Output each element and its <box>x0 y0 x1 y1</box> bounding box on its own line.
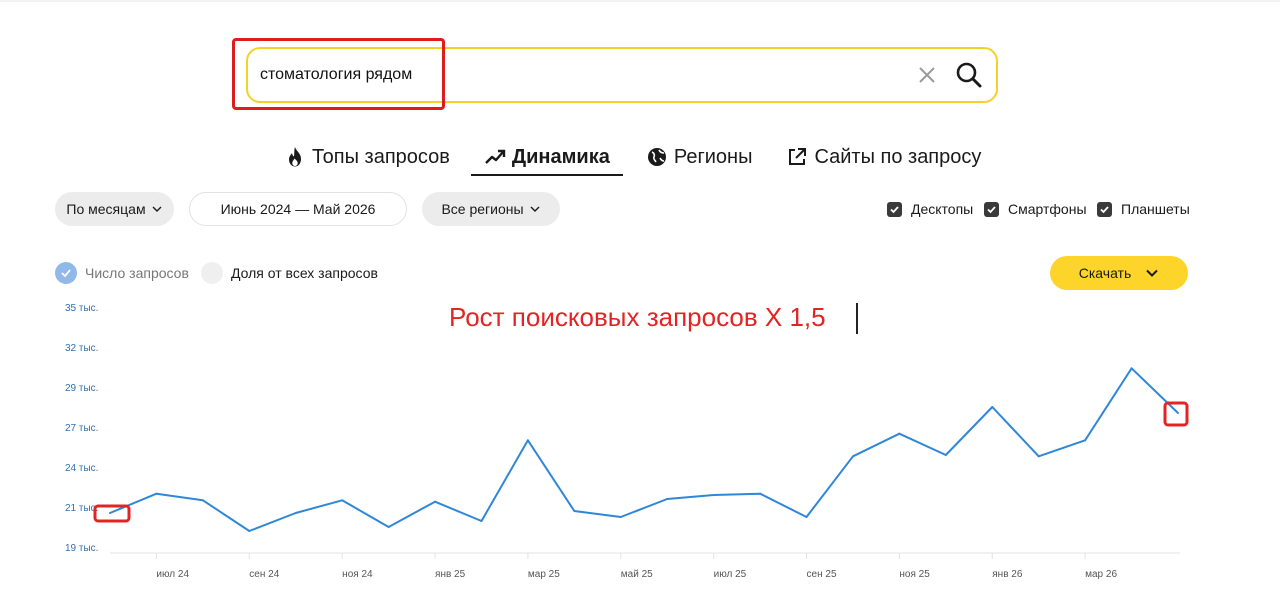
download-label: Скачать <box>1078 265 1132 281</box>
checkbox-checked-icon <box>887 201 902 217</box>
radio-empty-icon <box>201 262 223 284</box>
date-range-label: Июнь 2024 — Май 2026 <box>220 201 376 217</box>
data-point <box>759 492 762 495</box>
y-tick-label: 35 тыс. <box>65 303 98 314</box>
tab-label: Сайты по запросу <box>814 145 982 168</box>
growth-annotation: Рост поисковых запросов Х 1,5 <box>449 302 826 332</box>
metric-label: Число запросов <box>85 265 189 281</box>
chevron-down-icon <box>530 206 540 212</box>
x-tick-label: сен 24 <box>249 569 279 580</box>
device-label: Смартфоны <box>1008 201 1087 217</box>
data-point <box>712 494 715 496</box>
tab-label: Топы запросов <box>312 145 450 168</box>
chevron-down-icon <box>1146 269 1158 277</box>
y-tick-label: 24 тыс. <box>65 463 98 474</box>
device-label: Планшеты <box>1121 201 1190 217</box>
x-tick-label: ноя 24 <box>342 569 373 580</box>
data-point <box>805 516 808 518</box>
period-select[interactable]: По месяцам <box>55 192 174 226</box>
data-point <box>666 498 669 500</box>
data-point <box>341 499 344 502</box>
x-tick-label: ноя 25 <box>899 569 930 580</box>
tab-sites[interactable]: Сайты по запросу <box>786 142 981 172</box>
x-tick-label: июл 25 <box>714 569 747 580</box>
device-desktop-checkbox[interactable]: Десктопы <box>887 201 973 217</box>
x-tick-label: июл 24 <box>156 569 189 580</box>
data-point <box>294 512 297 514</box>
data-point <box>109 512 111 514</box>
download-button[interactable]: Скачать <box>1050 256 1188 290</box>
data-point <box>991 406 994 408</box>
x-tick-label: янв 25 <box>435 569 466 580</box>
y-tick-label: 29 тыс. <box>65 383 98 394</box>
data-point <box>898 432 901 435</box>
y-tick-label: 21 тыс. <box>65 503 98 514</box>
data-point <box>1130 367 1133 370</box>
chevron-down-icon <box>152 206 162 212</box>
device-tablet-checkbox[interactable]: Планшеты <box>1097 201 1190 217</box>
checkbox-checked-icon <box>1097 201 1112 217</box>
fire-icon <box>289 147 301 167</box>
text-caret <box>856 303 858 334</box>
x-tick-label: янв 26 <box>992 569 1023 580</box>
data-point <box>851 455 854 458</box>
date-range-picker[interactable]: Июнь 2024 — Май 2026 <box>189 192 407 226</box>
region-select[interactable]: Все регионы <box>422 192 560 226</box>
device-label: Десктопы <box>911 201 974 217</box>
trend-icon <box>485 149 506 164</box>
check-circle-icon <box>55 262 77 284</box>
y-tick-label: 19 тыс. <box>65 543 98 554</box>
data-point <box>155 492 158 495</box>
data-point <box>1177 412 1179 414</box>
y-tick-label: 27 тыс. <box>65 423 98 434</box>
external-link-icon <box>789 148 807 165</box>
period-select-label: По месяцам <box>66 201 146 217</box>
tab-bar: Топы запросов Динамика Регионы Сайты по … <box>284 142 981 176</box>
data-point <box>1084 439 1087 442</box>
top-divider <box>0 0 1280 2</box>
checkbox-checked-icon <box>984 201 999 217</box>
globe-icon <box>647 148 666 166</box>
search-input[interactable]: стоматология рядом <box>260 66 412 84</box>
tab-top-queries[interactable]: Топы запросов <box>284 142 450 172</box>
data-point <box>434 500 437 503</box>
device-smartphone-checkbox[interactable]: Смартфоны <box>984 201 1087 217</box>
data-point <box>248 530 251 532</box>
dynamics-chart: 19 тыс. 21 тыс. 24 тыс. 27 тыс. 29 тыс. 32 ты… <box>65 303 1189 580</box>
x-tick-label: сен 25 <box>807 569 837 580</box>
y-tick-label: 32 тыс. <box>65 343 98 354</box>
search-icon[interactable] <box>954 60 984 90</box>
data-point <box>1037 455 1040 458</box>
data-point <box>573 510 576 512</box>
data-point <box>526 439 529 442</box>
x-tick-label: май 25 <box>621 569 653 580</box>
x-tick-label: мар 25 <box>528 569 560 580</box>
metric-label: Доля от всех запросов <box>231 265 378 281</box>
metric-share[interactable]: Доля от всех запросов <box>201 262 378 284</box>
tab-regions[interactable]: Регионы <box>646 142 753 172</box>
tab-label: Динамика <box>511 145 610 168</box>
data-point <box>201 499 204 502</box>
tab-label: Регионы <box>673 145 753 168</box>
data-point <box>944 454 947 456</box>
metric-query-count[interactable]: Число запросов <box>55 262 189 284</box>
search-box[interactable]: стоматология рядом <box>246 47 998 103</box>
clear-icon[interactable] <box>915 63 939 87</box>
highlight-frame-end <box>1163 401 1189 427</box>
data-point <box>619 516 622 518</box>
region-select-label: Все регионы <box>441 201 524 217</box>
data-point <box>387 526 390 528</box>
x-tick-label: мар 26 <box>1085 569 1117 580</box>
tab-dynamics[interactable]: Динамика <box>470 142 623 176</box>
data-point <box>480 520 483 522</box>
series-line <box>109 367 1179 532</box>
